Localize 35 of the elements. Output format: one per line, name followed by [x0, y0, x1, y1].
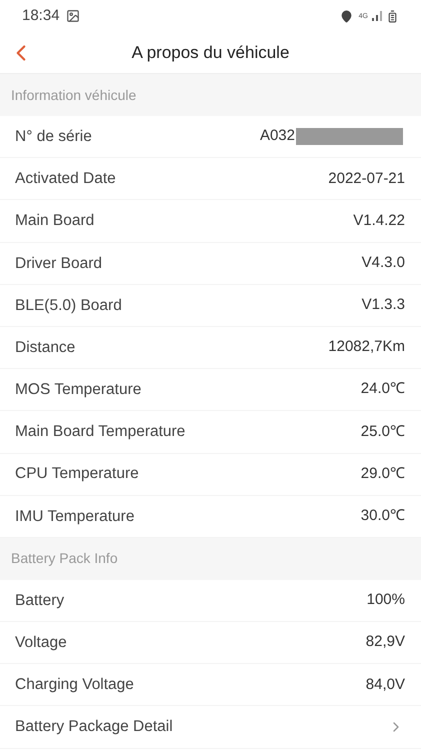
row-label: Distance [15, 338, 76, 358]
row-value: 30.0℃ [360, 506, 405, 526]
image-icon [66, 9, 80, 23]
battery-icon [386, 10, 399, 22]
row-value: 2022-07-21 [328, 168, 405, 189]
section-title: Information véhicule [11, 86, 136, 104]
row-value: 84,0V [366, 674, 405, 695]
section-title: Battery Pack Info [11, 549, 118, 568]
row-label: Voltage [15, 633, 67, 654]
location-icon [340, 10, 353, 22]
row-value: 25.0℃ [360, 422, 405, 442]
row-label: CPU Temperature [15, 464, 139, 484]
row-label: Charging Voltage [15, 675, 134, 696]
page-title: A propos du véhicule [132, 42, 290, 64]
status-time: 18:34 [22, 6, 60, 26]
row-label: Driver Board [15, 254, 102, 274]
row-label: MOS Temperature [15, 380, 142, 400]
row-value: A032 [260, 126, 295, 146]
row-label: Main Board Temperature [15, 422, 186, 442]
row-value: V4.3.0 [362, 252, 405, 273]
row-label: Battery [15, 590, 64, 611]
row-value: V1.4.22 [353, 210, 405, 231]
signal-icon [371, 11, 383, 21]
row-value: V1.3.3 [362, 295, 405, 316]
row-value: 12082,7Km [328, 337, 405, 358]
row-label: IMU Temperature [15, 506, 134, 527]
row-label: BLE(5.0) Board [15, 296, 122, 316]
row-value: 100% [366, 590, 405, 610]
row-value: 29.0℃ [360, 464, 405, 484]
row-label: Main Board [15, 211, 94, 232]
row-value: 82,9V [366, 632, 405, 652]
row-label: N° de série [15, 126, 92, 147]
row-label: Battery Package Detail [15, 717, 173, 738]
row-label: Activated Date [15, 169, 116, 190]
row-value: 24.0℃ [360, 379, 405, 400]
